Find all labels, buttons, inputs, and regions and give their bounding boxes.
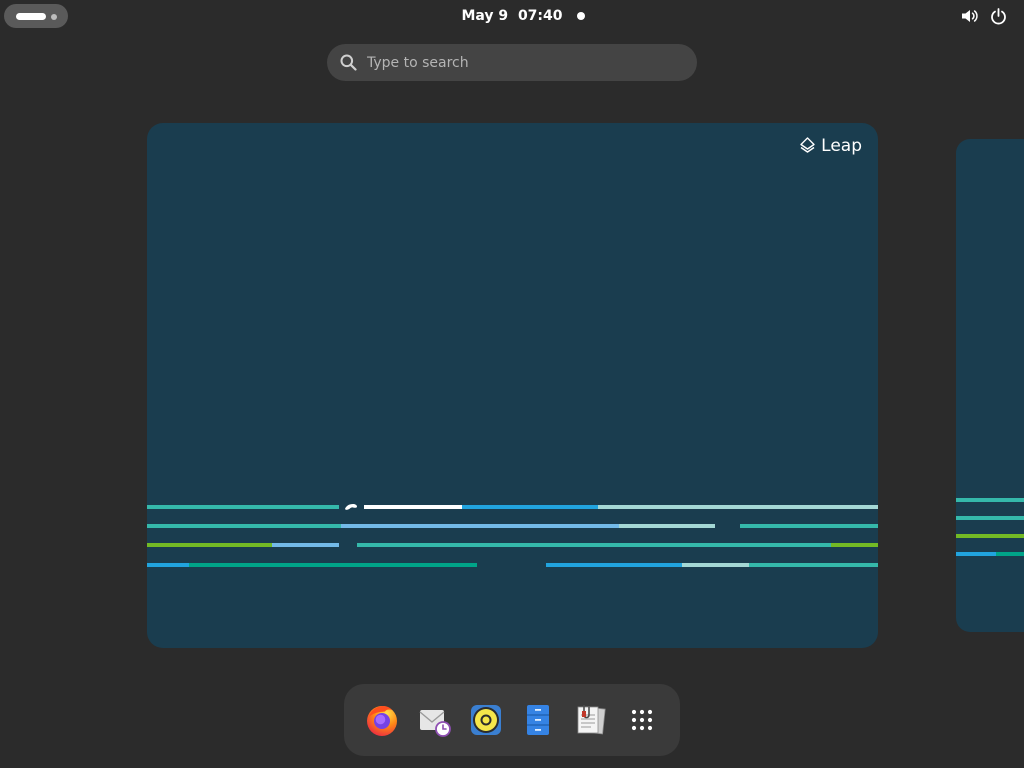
active-workspace-indicator [16, 13, 46, 20]
search-bar[interactable] [327, 44, 697, 81]
wallpaper-stripe [956, 516, 1024, 520]
wallpaper-stripe [357, 543, 831, 547]
activities-button[interactable] [4, 4, 68, 28]
chameleon-logo-icon [345, 504, 357, 510]
dash [344, 684, 680, 756]
wallpaper-stripe [189, 563, 477, 567]
wallpaper-stripe [147, 563, 189, 567]
search-input[interactable] [367, 44, 687, 81]
wallpaper-stripe [272, 543, 339, 547]
power-icon[interactable] [990, 8, 1007, 25]
wallpaper-stripe [147, 505, 339, 509]
wallpaper-stripe [147, 543, 272, 547]
wallpaper-stripe [740, 524, 878, 528]
dash-app-files[interactable] [520, 702, 556, 738]
workspace-thumbnail[interactable]: Leap [147, 123, 878, 648]
wallpaper-stripe [546, 563, 682, 567]
dash-app-documents[interactable] [572, 702, 608, 738]
mail-clock-icon [419, 710, 451, 737]
wallpaper-stripe [956, 552, 996, 556]
search-icon [340, 54, 357, 71]
wallpaper-stripe [996, 552, 1024, 556]
wallpaper-stripe [749, 563, 878, 567]
show-apps-button[interactable] [624, 702, 660, 738]
wallpaper-stripe [956, 498, 1024, 502]
wallpaper-stripe [364, 505, 462, 509]
filing-cabinet-icon [527, 705, 549, 735]
leap-badge: Leap [800, 135, 862, 157]
app-grid-icon [631, 709, 653, 731]
wallpaper-stripe [682, 563, 749, 567]
dash-app-rhythmbox[interactable] [468, 702, 504, 738]
wallpaper-stripe [619, 524, 715, 528]
dash-app-firefox[interactable] [364, 702, 400, 738]
layers-icon [800, 137, 815, 153]
clock-date: May 9 [461, 8, 509, 24]
clock-time: 07:40 [517, 8, 563, 24]
notification-dot-icon [577, 12, 585, 20]
dash-app-mail[interactable] [416, 702, 452, 738]
wallpaper-stripe [147, 524, 341, 528]
firefox-icon [367, 706, 397, 736]
leap-label: Leap [821, 136, 862, 156]
wallpaper-stripe [598, 505, 878, 509]
next-workspace-thumbnail[interactable] [956, 139, 1024, 632]
clock: May 9 07:40 [0, 0, 1024, 32]
top-bar: May 9 07:40 [0, 0, 1024, 32]
speaker-icon [471, 705, 501, 735]
wallpaper-stripe [341, 524, 619, 528]
inactive-workspace-indicator [51, 14, 57, 20]
documents-icon [577, 705, 606, 735]
wallpaper-stripe [462, 505, 598, 509]
wallpaper-stripe [831, 543, 878, 547]
clock-button[interactable]: May 9 07:40 [461, 8, 562, 24]
volume-icon[interactable] [961, 8, 979, 24]
wallpaper-stripe [956, 534, 1024, 538]
